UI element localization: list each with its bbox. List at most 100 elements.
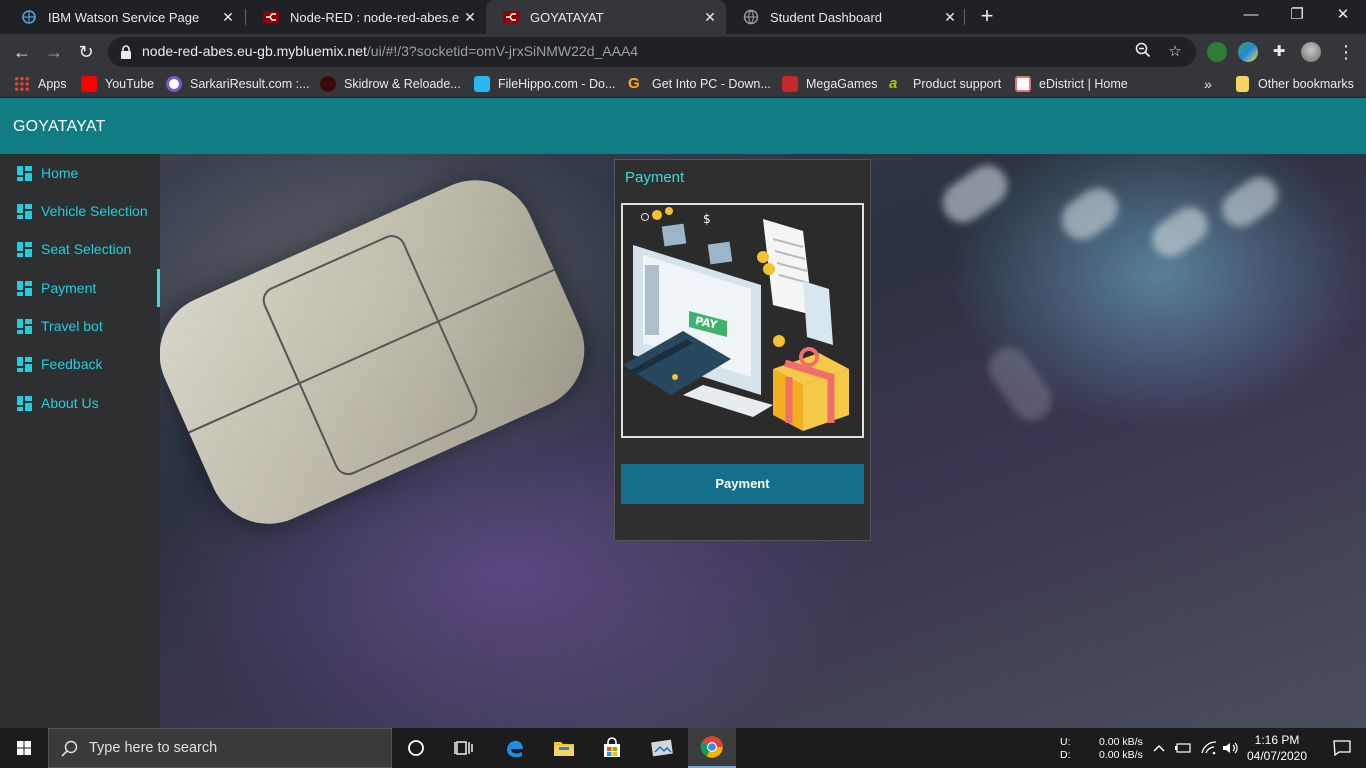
tab-goyatayat[interactable]: GOYATAYAT ✕	[486, 0, 726, 34]
payment-button[interactable]: Payment	[621, 464, 864, 504]
bookmark-youtube[interactable]: YouTube	[81, 75, 154, 93]
bookmark-label: eDistrict | Home	[1039, 77, 1128, 91]
tab-node-red[interactable]: Node-RED : node-red-abes.eu-gb ✕	[246, 0, 486, 34]
dashboard-icon	[17, 318, 32, 334]
cortana-icon[interactable]	[392, 728, 440, 768]
bookmark-label: FileHippo.com - Do...	[498, 77, 616, 91]
sidebar-item-seat-selection[interactable]: Seat Selection	[0, 230, 160, 268]
dashboard-icon	[17, 280, 32, 296]
clock-date: 04/07/2020	[1246, 749, 1308, 763]
bookmark-sarkariresult[interactable]: SarkariResult.com :...	[166, 75, 309, 93]
close-tab-icon[interactable]: ✕	[220, 9, 236, 25]
chrome-taskbar-icon[interactable]	[688, 728, 736, 768]
card-chip-graphic	[160, 161, 604, 543]
background-blur	[1145, 200, 1215, 264]
tab-title: GOYATAYAT	[530, 9, 604, 25]
bookmarks-bar: Apps YouTube SarkariResult.com :... Skid…	[0, 70, 1366, 98]
other-bookmarks[interactable]: Other bookmarks	[1236, 75, 1354, 93]
sidebar-item-label: Payment	[41, 280, 97, 296]
bookmark-label: Get Into PC - Down...	[652, 77, 771, 91]
bookmark-edistrict[interactable]: eDistrict | Home	[1015, 75, 1128, 93]
net-download-label: D:	[1060, 749, 1071, 761]
photos-app-icon[interactable]	[638, 728, 686, 768]
close-window-button[interactable]: ✕	[1320, 4, 1366, 28]
reload-icon[interactable]: ↻	[74, 40, 98, 64]
background-blur	[1053, 180, 1127, 248]
minimize-button[interactable]: —	[1228, 4, 1274, 28]
bookmark-product-support[interactable]: a Product support	[889, 75, 1001, 93]
notifications-icon[interactable]	[1318, 728, 1366, 768]
shield-extension-icon[interactable]	[1207, 42, 1227, 62]
tab-ibm-watson[interactable]: IBM Watson Service Page ✕	[4, 0, 244, 34]
clock-time: 1:16 PM	[1254, 733, 1300, 747]
menu-dots-icon[interactable]: ⋮	[1334, 40, 1358, 64]
tab-divider	[964, 9, 965, 25]
sidebar-item-home[interactable]: Home	[0, 154, 160, 192]
sidebar-item-label: Vehicle Selection	[41, 203, 148, 219]
windows-start-button[interactable]	[0, 728, 48, 768]
system-clock[interactable]: 1:16 PM 04/07/2020	[1244, 732, 1310, 764]
chevron-up-icon[interactable]	[1150, 728, 1168, 768]
task-view-icon[interactable]	[440, 728, 488, 768]
windows-taskbar: Type here to search U: D: 0.00 kB/s 0.00…	[0, 728, 1366, 768]
zoom-icon[interactable]	[1133, 42, 1153, 62]
file-explorer-icon[interactable]	[540, 728, 588, 768]
sidebar-item-payment[interactable]: Payment	[0, 269, 160, 307]
back-icon[interactable]: ←	[10, 40, 34, 64]
bookmark-getintopc[interactable]: G Get Into PC - Down...	[628, 75, 771, 93]
bookmark-apps[interactable]: Apps	[14, 75, 67, 93]
puzzle-extensions-icon[interactable]: ✚	[1269, 42, 1289, 62]
star-icon[interactable]: ☆	[1165, 42, 1185, 62]
bookmark-label: SarkariResult.com :...	[190, 77, 310, 91]
volume-icon[interactable]	[1220, 728, 1242, 768]
background-blur	[934, 157, 1016, 231]
background-blur	[1215, 170, 1285, 234]
sidebar-item-label: Seat Selection	[41, 241, 132, 257]
tab-student-dashboard[interactable]: Student Dashboard ✕	[726, 0, 966, 34]
skidrow-icon	[320, 76, 336, 92]
sarkari-icon	[166, 76, 182, 92]
close-tab-icon[interactable]: ✕	[942, 9, 958, 25]
sidebar-item-label: Travel bot	[41, 318, 103, 334]
wifi-icon[interactable]	[1198, 728, 1220, 768]
bookmark-label: YouTube	[105, 77, 155, 91]
sidebar-item-label: Home	[41, 165, 79, 181]
payment-illustration: $ PAY	[621, 203, 864, 438]
bookmarks-overflow-button[interactable]: »	[1204, 75, 1212, 93]
tab-title: IBM Watson Service Page	[48, 9, 200, 25]
edge-browser-icon[interactable]	[490, 728, 538, 768]
restore-button[interactable]: ❐	[1274, 4, 1320, 28]
microsoft-store-icon[interactable]	[588, 728, 636, 768]
profile-avatar[interactable]	[1301, 42, 1321, 62]
taskbar-search-box[interactable]: Type here to search	[48, 728, 392, 768]
new-tab-button[interactable]: +	[976, 5, 998, 28]
lock-icon[interactable]	[119, 44, 133, 60]
bookmark-label: Product support	[913, 77, 1002, 91]
app-header: GOYATAYAT	[0, 98, 1366, 154]
url-text: node-red-abes.eu-gb.mybluemix.net/ui/#!/…	[142, 43, 638, 59]
address-bar[interactable]: node-red-abes.eu-gb.mybluemix.net/ui/#!/…	[108, 37, 1196, 67]
close-tab-icon[interactable]: ✕	[702, 9, 718, 25]
sidebar-item-label: About Us	[41, 395, 99, 411]
extension-icon[interactable]	[1238, 42, 1258, 62]
bookmark-label: MegaGames	[806, 77, 878, 91]
payment-card: Payment $ PAY Payment	[614, 159, 871, 541]
bookmark-megagames[interactable]: MegaGames	[782, 75, 878, 93]
bookmark-filehippo[interactable]: FileHippo.com - Do...	[474, 75, 615, 93]
tab-strip: IBM Watson Service Page ✕ Node-RED : nod…	[0, 0, 1366, 34]
overflow-chevron-icon: »	[1204, 76, 1212, 92]
battery-icon[interactable]	[1172, 728, 1194, 768]
node-red-icon	[262, 9, 280, 25]
bookmark-skidrow[interactable]: Skidrow & Reloade...	[320, 75, 461, 93]
close-tab-icon[interactable]: ✕	[462, 9, 478, 25]
forward-icon[interactable]: →	[42, 40, 66, 64]
sidebar: Home Vehicle Selection Seat Selection Pa…	[0, 154, 160, 728]
edistrict-icon	[1015, 76, 1031, 92]
windows-logo-icon	[17, 741, 31, 755]
background-blur	[980, 339, 1060, 429]
sidebar-item-travel-bot[interactable]: Travel bot	[0, 307, 160, 345]
sidebar-item-about-us[interactable]: About Us	[0, 384, 160, 422]
sidebar-item-feedback[interactable]: Feedback	[0, 345, 160, 383]
dashboard-icon	[17, 395, 32, 411]
sidebar-item-vehicle-selection[interactable]: Vehicle Selection	[0, 192, 160, 230]
